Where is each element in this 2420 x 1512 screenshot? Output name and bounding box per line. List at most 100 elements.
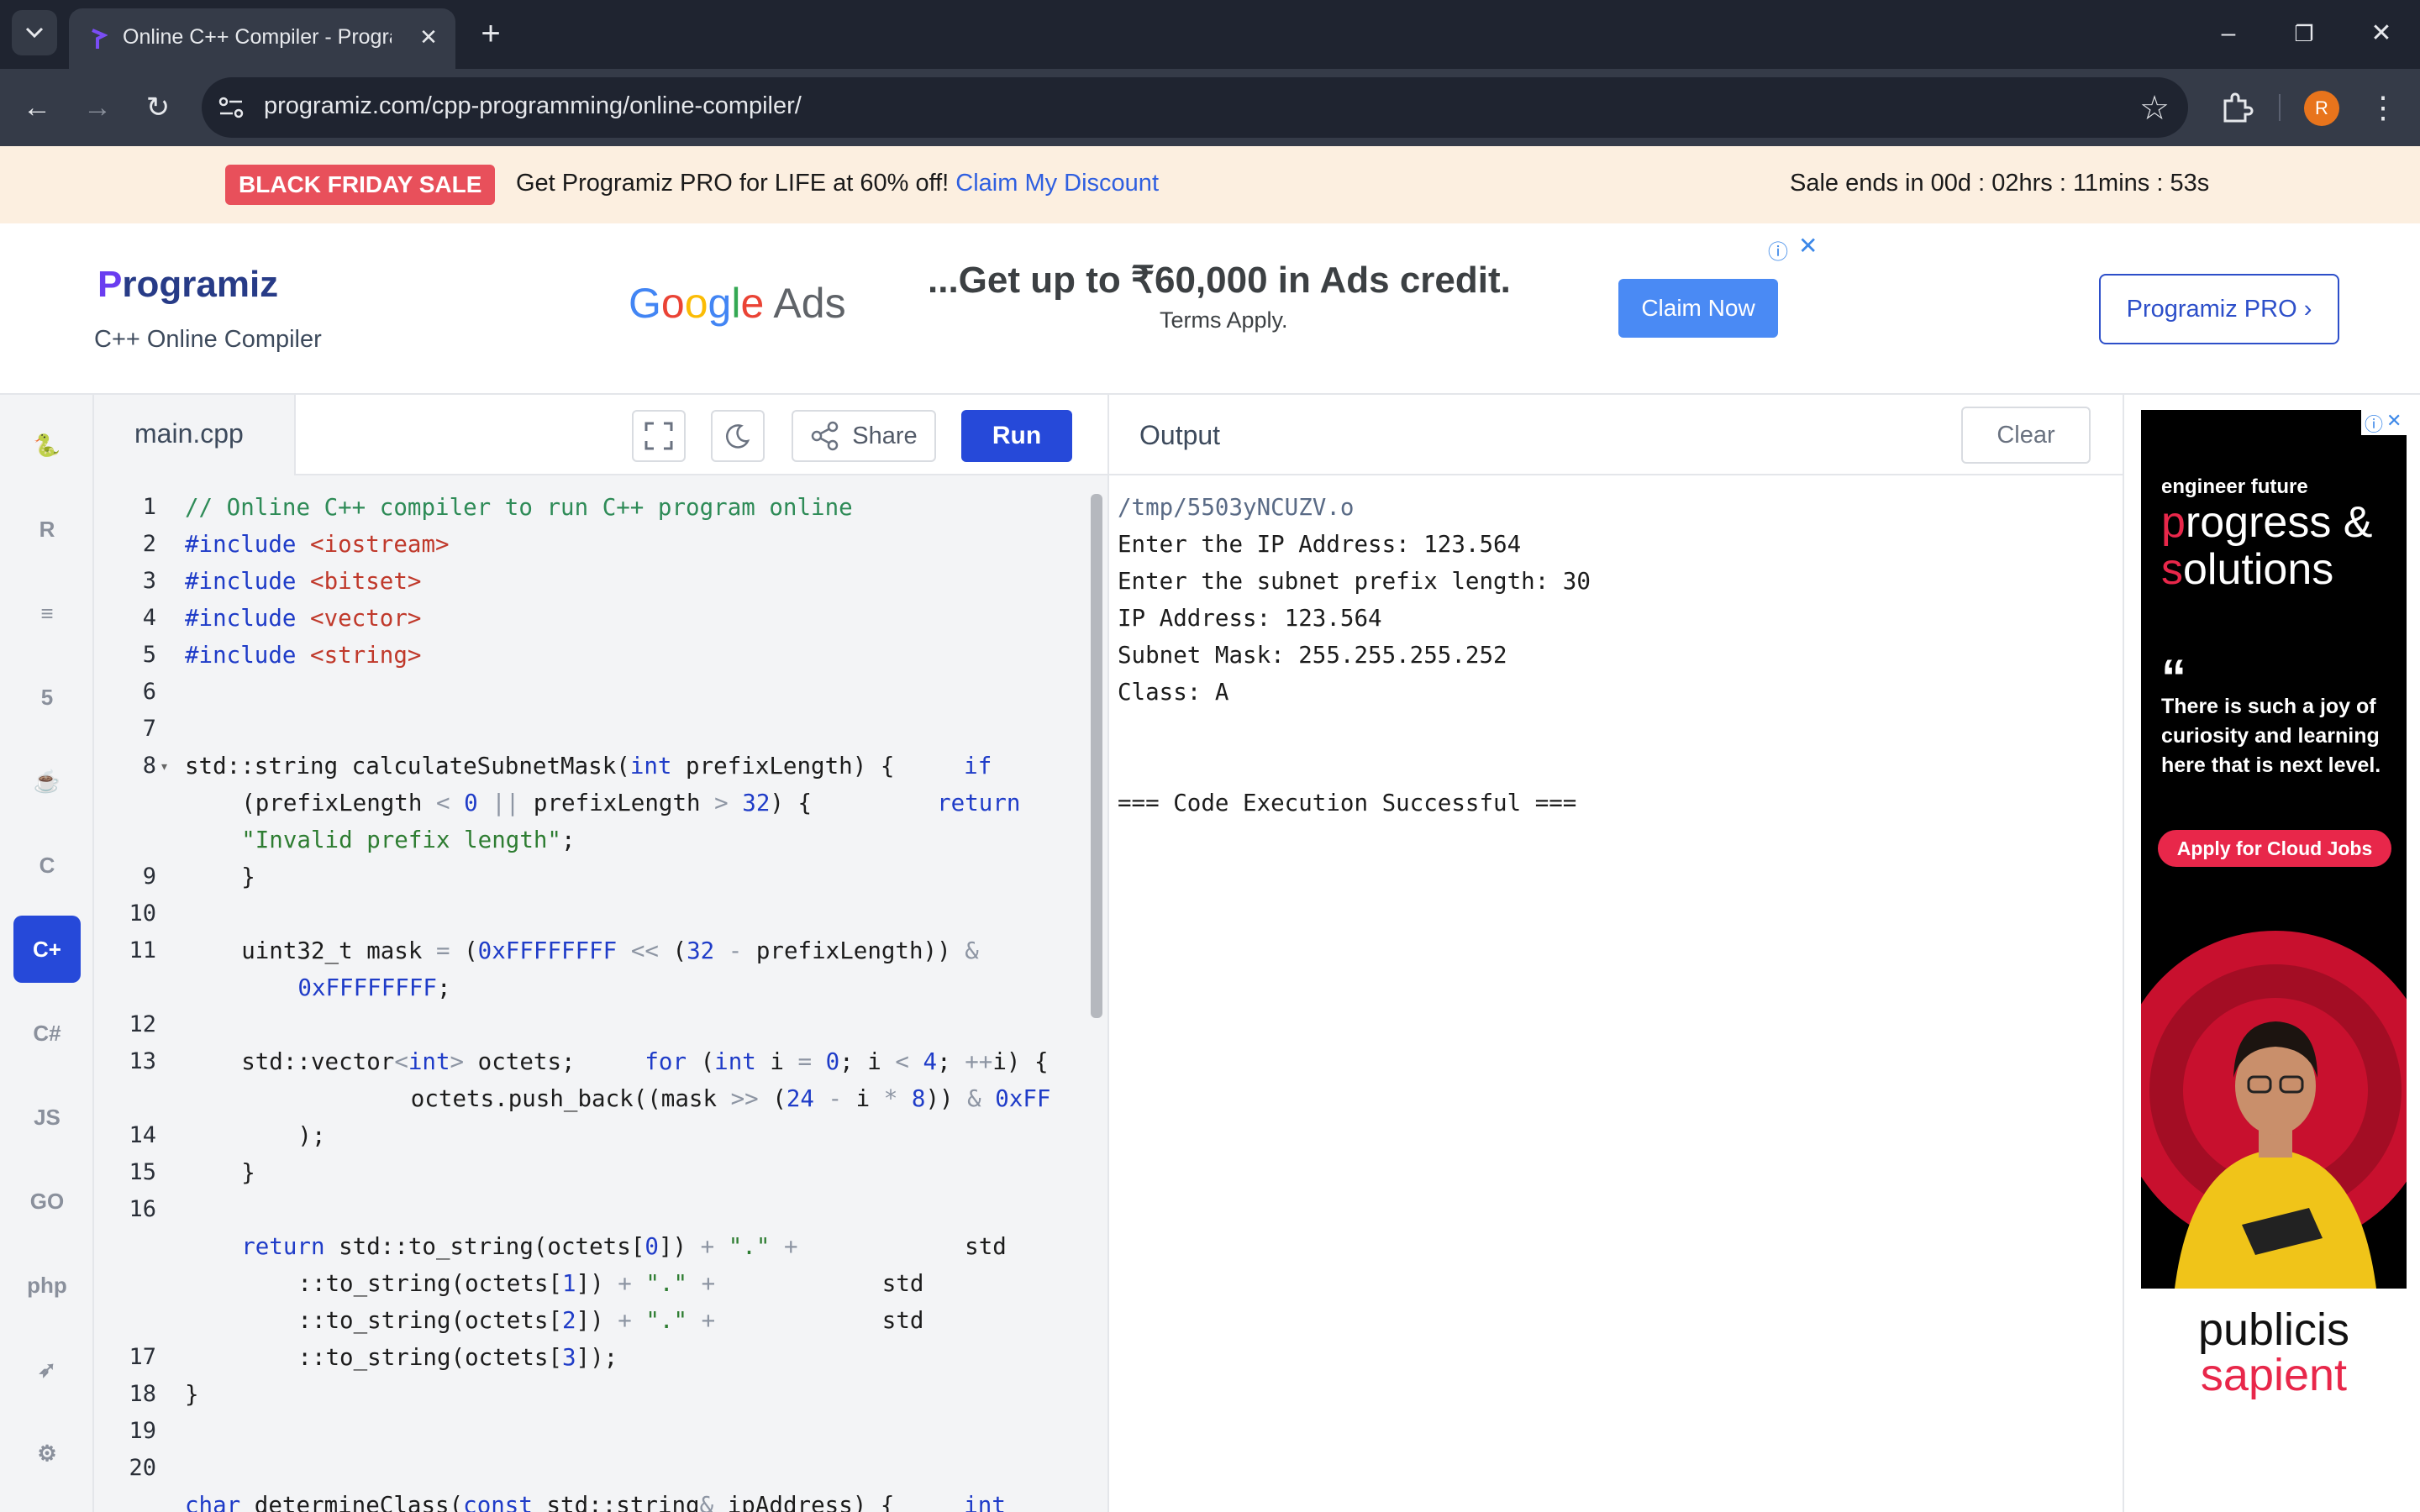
code-line[interactable]: "Invalid prefix length"; (241, 827, 575, 853)
code-token: std::string (532, 1492, 700, 1512)
bookmark-star-icon[interactable]: ☆ (2139, 89, 2170, 128)
language-go[interactable]: GO (13, 1168, 81, 1235)
output-line: === Code Execution Successful === (1118, 790, 1577, 816)
code-token: #include (185, 531, 311, 558)
url-text[interactable]: programiz.com/cpp-programming/online-com… (264, 92, 802, 120)
language-c[interactable]: C (13, 832, 81, 899)
profile-avatar[interactable]: R (2304, 91, 2339, 126)
brand-letter: g (708, 280, 732, 327)
language-cpp[interactable]: C+ (13, 916, 81, 983)
code-line[interactable]: ); (297, 1122, 325, 1149)
new-tab-icon[interactable]: + (472, 15, 509, 52)
language-php[interactable]: php (13, 1252, 81, 1319)
sale-banner: BLACK FRIDAY SALE Get Programiz PRO for … (0, 146, 2420, 223)
code-token: std::to_string(octets[ (324, 1233, 645, 1260)
language-swift[interactable]: ➶ (13, 1336, 81, 1403)
tab-search-button[interactable] (12, 10, 57, 55)
code-line[interactable]: } (241, 864, 255, 890)
tab-close-icon[interactable]: ✕ (413, 22, 444, 52)
code-line[interactable]: #include <string> (185, 642, 421, 669)
code-editor[interactable]: 1 2 3 4 5 6 7 8 ▾ 9 10 11 12 13 14 15 16 17 18 19 20 // Onli… (94, 475, 1107, 1512)
code-line[interactable]: } (185, 1381, 199, 1408)
code-line[interactable]: octets.push_back((mask >> (24 - i * 8)) … (411, 1085, 1051, 1112)
forward-icon[interactable]: → (79, 89, 116, 126)
code-token: int (629, 753, 672, 780)
code-token: prefixLength) { (671, 753, 965, 780)
code-content[interactable]: // Online C++ compiler to run C++ progra… (94, 475, 1091, 1512)
code-line[interactable]: char determineClass(const std::string& i… (185, 1492, 1006, 1512)
ad-close-icon[interactable]: ✕ (1798, 232, 1818, 260)
ad-info-icon[interactable]: ⓘ (1768, 235, 1788, 265)
site-info-icon[interactable] (217, 94, 245, 121)
language-csharp[interactable]: C# (13, 1000, 81, 1067)
site-header: Programiz C++ Online Compiler Google Ads… (0, 223, 2420, 395)
code-line[interactable]: #include <bitset> (185, 568, 421, 595)
address-bar[interactable]: programiz.com/cpp-programming/online-com… (202, 77, 2188, 138)
claim-discount-link[interactable]: Claim My Discount (955, 170, 1159, 197)
code-token: 0xFFFFFFFF (477, 937, 618, 964)
theme-toggle-button[interactable] (711, 410, 765, 462)
language-rust[interactable]: ⚙ (13, 1420, 81, 1487)
apply-jobs-button[interactable]: Apply for Cloud Jobs (2158, 830, 2391, 867)
clear-button[interactable]: Clear (1961, 407, 2091, 464)
code-token: uint32_t mask (241, 937, 436, 964)
code-token: & (699, 1492, 714, 1512)
extensions-icon[interactable] (2217, 87, 2257, 128)
code-line[interactable]: 0xFFFFFFFF; (297, 974, 450, 1001)
code-line[interactable]: return std::to_string(octets[0]) + "." +… (241, 1233, 1007, 1260)
language-python[interactable]: 🐍 (13, 412, 81, 479)
google-ads-logo[interactable]: Google Ads (629, 279, 846, 328)
ad-info-icon[interactable]: ⓘ (2365, 410, 2383, 437)
ad-headline[interactable]: ...Get up to ₹60,000 in Ads credit. (928, 259, 1511, 302)
programiz-pro-button[interactable]: Programiz PRO › (2099, 274, 2339, 344)
side-ad-banner[interactable]: ⓘ ✕ engineer future progress & solutions… (2141, 410, 2407, 1418)
share-button[interactable]: Share (792, 410, 936, 462)
code-token: prefixLength (519, 790, 715, 816)
reload-icon[interactable]: ↻ (139, 89, 176, 126)
code-line[interactable]: #include <vector> (185, 605, 421, 632)
python-icon: 🐍 (33, 432, 61, 458)
fullscreen-button[interactable] (632, 410, 686, 462)
language-html[interactable]: 5 (13, 664, 81, 731)
code-line[interactable]: ::to_string(octets[2]) + "." + std (297, 1307, 923, 1334)
code-token: 3 (561, 1344, 576, 1371)
code-line[interactable]: #include <iostream> (185, 531, 450, 558)
ad-claim-button[interactable]: Claim Now (1618, 279, 1778, 338)
output-line: Enter the subnet prefix length: 30 (1118, 568, 1591, 595)
restore-icon[interactable]: ❐ (2279, 12, 2329, 55)
code-line[interactable]: } (241, 1159, 255, 1186)
output-path-line: /tmp/5503yNCUZV.o (1118, 494, 1355, 521)
code-line[interactable]: uint32_t mask = (0xFFFFFFFF << (32 - pre… (241, 937, 979, 964)
code-line[interactable]: std::vector<int> octets; for (int i = 0;… (241, 1048, 1048, 1075)
code-line[interactable]: ::to_string(octets[3]); (297, 1344, 618, 1371)
window-close-icon[interactable]: ✕ (2356, 12, 2407, 55)
code-token: prefixLength)) (742, 937, 965, 964)
file-tab[interactable]: main.cpp (94, 395, 296, 475)
kebab-menu-icon[interactable]: ⋮ (2368, 87, 2398, 128)
ad-controls: ⓘ ✕ (2361, 410, 2407, 435)
code-line[interactable]: (prefixLength < 0 || prefixLength > 32) … (241, 790, 1020, 816)
back-icon[interactable]: ← (18, 89, 55, 126)
code-token: int (408, 1048, 450, 1075)
language-javascript[interactable]: JS (13, 1084, 81, 1151)
output-title: Output (1139, 420, 1221, 450)
language-java[interactable]: ☕ (13, 748, 81, 815)
editor-scrollbar[interactable] (1091, 494, 1102, 1018)
browser-tab-active[interactable]: Online C++ Compiler - Program ✕ (69, 8, 455, 69)
run-button[interactable]: Run (961, 410, 1072, 462)
programiz-logo[interactable]: Programiz (97, 264, 278, 306)
output-console[interactable]: /tmp/5503yNCUZV.o Enter the IP Address: 1… (1109, 475, 2124, 1512)
editor-toolbar: main.cpp Share Run (94, 395, 1107, 475)
code-line[interactable]: // Online C++ compiler to run C++ progra… (185, 494, 853, 521)
code-line[interactable]: std::string calculateSubnetMask(int pref… (185, 753, 992, 780)
code-line[interactable]: ::to_string(octets[1]) + "." + std (297, 1270, 923, 1297)
language-r[interactable]: R (13, 496, 81, 563)
browser-tab-bar: Online C++ Compiler - Program ✕ + – ❐ ✕ (0, 0, 2420, 69)
minimize-icon[interactable]: – (2203, 12, 2254, 55)
language-sql[interactable]: ≡ (13, 580, 81, 647)
ad-close-icon[interactable]: ✕ (2386, 410, 2402, 432)
code-token: * (883, 1085, 898, 1112)
